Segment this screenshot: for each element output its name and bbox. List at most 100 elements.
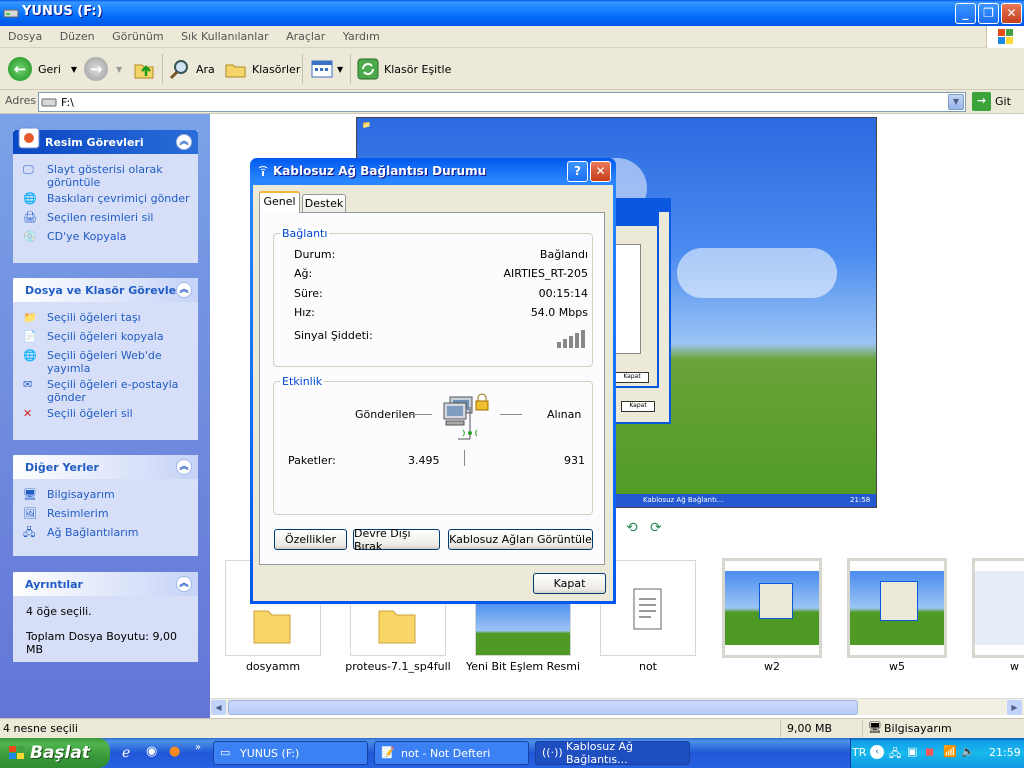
- scroll-thumb[interactable]: [228, 700, 858, 715]
- other-places-header[interactable]: Diğer Yerler ︽: [13, 455, 198, 479]
- details-body: 4 öğe seçili. Toplam Dosya Boyutu: 9,00 …: [13, 596, 198, 662]
- file-label-w5[interactable]: w5: [847, 660, 947, 673]
- address-dropdown-icon[interactable]: ▼: [948, 94, 964, 110]
- back-arrow-icon: ←: [8, 57, 32, 81]
- task-notepad[interactable]: 📝 not - Not Defteri: [374, 741, 529, 765]
- move-icon: 📁: [23, 311, 37, 324]
- task-delete[interactable]: ✕ Seçili öğeleri sil: [23, 407, 192, 423]
- file-label-w[interactable]: w: [1010, 660, 1024, 673]
- screenshot-thumbnail: [725, 571, 819, 645]
- notepad-icon: [633, 588, 662, 630]
- views-button[interactable]: ▼: [310, 56, 343, 82]
- start-button[interactable]: Başlat: [0, 738, 110, 768]
- place-network-label: Ağ Bağlantılarım: [47, 526, 139, 539]
- scroll-right-icon[interactable]: ▶: [1007, 700, 1022, 715]
- dialog-close-x-button[interactable]: ✕: [590, 161, 611, 182]
- scroll-left-icon[interactable]: ◀: [211, 700, 226, 715]
- task-publish-web[interactable]: 🌐 Seçili öğeleri Web'de yayımla: [23, 349, 192, 375]
- menu-tools[interactable]: Araçlar: [278, 26, 331, 43]
- security-tray-icon[interactable]: ◼: [925, 745, 934, 758]
- task-move[interactable]: 📁 Seçili öğeleri taşı: [23, 311, 192, 327]
- menu-file[interactable]: Dosya: [0, 26, 48, 43]
- tab-general[interactable]: Genel: [259, 191, 300, 213]
- file-tasks-header[interactable]: Dosya ve Klasör Görevleri ︽: [13, 278, 198, 302]
- folder-sync-button[interactable]: Klasör Eşitle: [356, 56, 451, 82]
- monitor-tray-icon[interactable]: ▣: [907, 745, 917, 758]
- picture-tasks-list: 🖵 Slayt gösterisi olarak görüntüle 🌐 Baskı…: [13, 154, 198, 255]
- more-quicklaunch-icon[interactable]: »: [195, 742, 201, 753]
- globe-icon: 🌐: [23, 349, 37, 362]
- tab-support[interactable]: Destek: [302, 194, 346, 213]
- disable-button[interactable]: Devre Dışı Bırak: [353, 527, 440, 553]
- file-label-bitmap[interactable]: Yeni Bit Eşlem Resmi: [465, 660, 581, 673]
- menu-bar: Dosya Düzen Görünüm Sık Kullanılanlar Ar…: [0, 26, 1024, 48]
- wireless-tray-icon[interactable]: 📶: [943, 745, 957, 758]
- task-slideshow[interactable]: 🖵 Slayt gösterisi olarak görüntüle: [23, 163, 192, 189]
- network-row: Ağ: AIRTIES_RT-205: [294, 267, 588, 280]
- view-wireless-networks-button[interactable]: Kablosuz Ağları Görüntüle: [448, 529, 593, 550]
- file-label-not[interactable]: not: [600, 660, 696, 673]
- maximize-button[interactable]: ❐: [978, 3, 999, 24]
- language-indicator[interactable]: TR: [852, 746, 866, 759]
- picture-tasks-header[interactable]: Resim Görevleri ︽: [13, 127, 198, 154]
- go-button[interactable]: → Git: [972, 92, 1011, 111]
- task-wireless[interactable]: ((·)) Kablosuz Ağ Bağlantıs...: [535, 740, 690, 766]
- rotate-right-icon[interactable]: ⟳: [650, 520, 662, 536]
- menu-view[interactable]: Görünüm: [104, 26, 169, 43]
- horizontal-scrollbar[interactable]: ◀ ▶: [210, 698, 1024, 715]
- back-button[interactable]: ← Geri ▼: [8, 56, 77, 82]
- minimize-button[interactable]: _: [955, 3, 976, 24]
- task-yunus[interactable]: ▭ YUNUS (F:): [213, 741, 368, 765]
- folders-button[interactable]: Klasörler: [224, 56, 300, 82]
- chevron-down-icon[interactable]: ▼: [116, 65, 122, 74]
- forward-button[interactable]: → ▼: [84, 56, 122, 82]
- place-network[interactable]: 🖧 Ağ Bağlantılarım: [23, 526, 192, 542]
- collapse-icon[interactable]: ︽: [176, 134, 192, 150]
- status-value: Bağlandı: [539, 248, 588, 261]
- address-input[interactable]: F:\ ▼: [38, 92, 966, 112]
- search-button[interactable]: Ara: [168, 56, 215, 82]
- firefox-icon[interactable]: ●: [169, 744, 180, 759]
- speed-row: Hız: 54.0 Mbps: [294, 306, 588, 319]
- wireless-icon: [258, 166, 268, 176]
- menu-favorites[interactable]: Sık Kullanılanlar: [173, 26, 275, 43]
- menu-edit[interactable]: Düzen: [52, 26, 101, 43]
- place-my-pictures[interactable]: 🖼 Resimlerim: [23, 507, 192, 523]
- place-my-computer[interactable]: 🖥 Bilgisayarım: [23, 488, 192, 504]
- file-label-w2[interactable]: w2: [722, 660, 822, 673]
- task-email[interactable]: ✉ Seçili öğeleri e-postayla gönder: [23, 378, 192, 404]
- window-titlebar[interactable]: YUNUS (F:) _ ❐ ✕: [0, 0, 1024, 26]
- menu-help[interactable]: Yardım: [335, 26, 386, 43]
- close-button[interactable]: ✕: [1001, 3, 1022, 24]
- place-my-pictures-label: Resimlerim: [47, 507, 109, 520]
- up-folder-button[interactable]: [132, 56, 156, 82]
- media-player-icon[interactable]: ◉: [146, 744, 157, 759]
- thumb-frame-selected[interactable]: [722, 558, 822, 658]
- task-copy[interactable]: 📄 Seçili öğeleri kopyala: [23, 330, 192, 346]
- collapse-icon[interactable]: ︽: [176, 459, 192, 475]
- search-label: Ara: [196, 62, 215, 76]
- connection-group-label: Bağlantı: [280, 227, 330, 240]
- thumb-frame-selected[interactable]: [972, 558, 1024, 658]
- clock[interactable]: 21:59: [989, 746, 1021, 759]
- rotate-left-icon[interactable]: ⟲: [626, 520, 638, 536]
- tray-expand-icon[interactable]: ‹: [870, 745, 884, 759]
- chevron-down-icon[interactable]: ▼: [71, 65, 77, 74]
- chevron-down-icon[interactable]: ▼: [337, 65, 343, 74]
- file-label-proteus[interactable]: proteus-7.1_sp4full: [340, 660, 456, 673]
- collapse-icon[interactable]: ︽: [176, 576, 192, 592]
- collapse-icon[interactable]: ︽: [176, 282, 192, 298]
- task-print-pictures[interactable]: 🖨 Seçilen resimleri sil: [23, 211, 192, 227]
- dialog-close-button[interactable]: Kapat: [533, 573, 606, 594]
- tab-panel: Bağlantı Durum: Bağlandı Ağ: AIRTIES_RT-…: [259, 212, 605, 565]
- details-header[interactable]: Ayrıntılar ︽: [13, 572, 198, 596]
- thumb-frame-selected[interactable]: [847, 558, 947, 658]
- ie-icon[interactable]: ℯ: [122, 745, 130, 761]
- network-tray-icon[interactable]: 🖧: [889, 745, 901, 764]
- properties-button[interactable]: Özellikler: [274, 529, 347, 550]
- file-label-dosyamm[interactable]: dosyamm: [225, 660, 321, 673]
- help-button[interactable]: ?: [567, 161, 588, 182]
- task-copy-cd[interactable]: 💿 CD'ye Kopyala: [23, 230, 192, 246]
- task-order-prints[interactable]: 🌐 Baskıları çevrimiçi gönder: [23, 192, 192, 208]
- volume-icon[interactable]: 🔈: [961, 745, 975, 758]
